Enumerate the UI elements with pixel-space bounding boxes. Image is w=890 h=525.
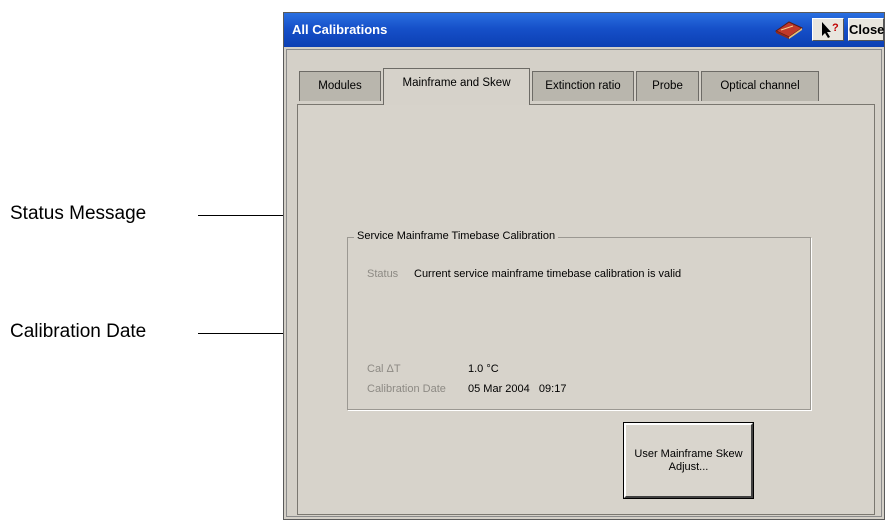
all-calibrations-dialog: All Calibrations ? Close Modules Mainfra… [283,12,885,520]
status-value: Current service mainframe timebase calib… [414,268,682,280]
tab-extinction-ratio[interactable]: Extinction ratio [532,71,634,101]
status-message-callout: Status Message [10,203,147,224]
title-bar[interactable]: All Calibrations ? Close [284,13,884,47]
tab-probe[interactable]: Probe [636,71,699,101]
book-icon [771,21,807,45]
close-button[interactable]: Close [848,18,884,41]
tab-optical-channel[interactable]: Optical channel [701,71,819,101]
tab-mainframe-and-skew[interactable]: Mainframe and Skew [383,68,530,105]
group-title: Service Mainframe Timebase Calibration [354,230,559,242]
svg-text:?: ? [832,22,839,34]
help-pointer-icon: ? [813,22,843,44]
service-mainframe-calibration-group: Service Mainframe Timebase Calibration S… [347,230,811,410]
calibration-date-label: Calibration Date [367,383,446,395]
tab-modules[interactable]: Modules [299,71,381,101]
cal-dt-value: 1.0 °C [468,363,499,375]
user-mainframe-skew-adjust-button[interactable]: User Mainframe Skew Adjust... [623,422,754,499]
window-title: All Calibrations [292,22,388,37]
help-button[interactable]: ? [812,18,844,41]
mainframe-and-skew-panel: Service Mainframe Timebase Calibration S… [297,104,875,515]
client-area: Modules Mainframe and Skew Extinction ra… [286,49,882,517]
book-button[interactable] [771,18,807,41]
status-label: Status [367,268,399,280]
calibration-date-value: 05 Mar 2004 09:17 [468,383,567,395]
calibration-date-callout: Calibration Date [10,321,147,342]
cal-dt-label: Cal ΔT [367,363,401,375]
